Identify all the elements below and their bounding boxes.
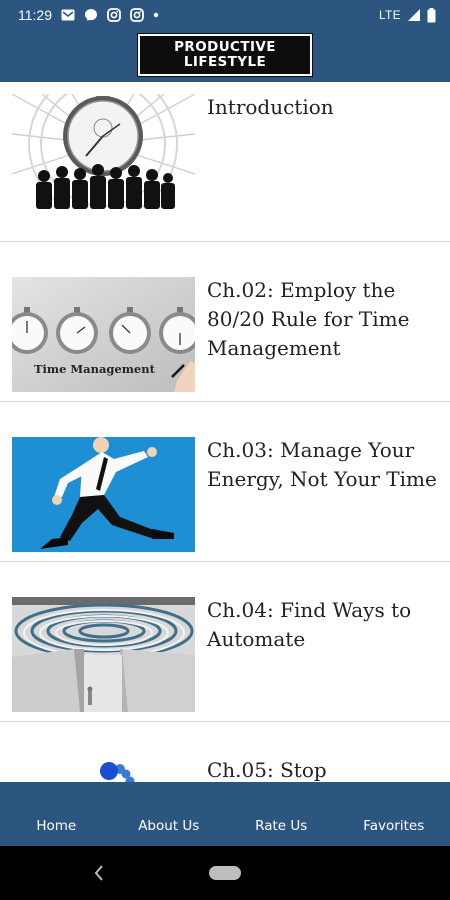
status-bar: 11:29 LTE (0, 0, 450, 30)
instagram-icon (107, 8, 121, 22)
multitasking-figure-image (12, 757, 195, 782)
stopwatch-crowd-image (12, 94, 195, 209)
chapter-item-introduction[interactable]: Introduction (0, 82, 450, 242)
status-left: 11:29 (18, 7, 159, 23)
chapter-item-automate[interactable]: Ch.04: Find Ways to Automate (0, 562, 450, 722)
instagram-icon (130, 8, 144, 22)
jumping-businessman-image (12, 437, 195, 552)
gmail-icon (61, 9, 75, 21)
chapter-title[interactable]: Ch.02: Employ the 80/20 Rule for Time Ma… (207, 276, 442, 363)
nav-rate-us[interactable]: Rate Us (225, 794, 338, 834)
nav-about-us[interactable]: About Us (113, 794, 226, 834)
chapter-title[interactable]: Ch.03: Manage Your Energy, Not Your Time (207, 436, 442, 494)
chapter-title[interactable]: Ch.05: Stop Multitasking (207, 756, 442, 782)
image-caption: Time Management (34, 362, 156, 376)
app-logo: PRODUCTIVE LIFESTYLE (137, 33, 313, 77)
chapter-title[interactable]: Ch.04: Find Ways to Automate (207, 596, 442, 654)
bottom-nav: Home About Us Rate Us Favorites (0, 782, 450, 846)
status-right: LTE (378, 7, 436, 23)
logo-line-2: LIFESTYLE (183, 54, 267, 70)
maze-image (12, 597, 195, 712)
chapter-title[interactable]: Introduction (207, 93, 442, 122)
dot-icon (153, 12, 159, 18)
system-navigation-bar (0, 846, 450, 900)
logo-line-1: PRODUCTIVE (174, 39, 276, 55)
status-time: 11:29 (18, 7, 52, 23)
battery-icon (427, 7, 436, 23)
time-management-clocks-image: Time Management (12, 277, 195, 392)
chapter-item-multitasking[interactable]: Ch.05: Stop Multitasking (0, 722, 450, 782)
network-type: LTE (378, 8, 401, 22)
nav-home[interactable]: Home (0, 794, 113, 834)
chapter-item-80-20-rule[interactable]: Time Management Ch.02: Employ the 80/20 … (0, 242, 450, 402)
messenger-icon (84, 8, 98, 22)
nav-favorites[interactable]: Favorites (338, 794, 450, 834)
app-header: PRODUCTIVE LIFESTYLE (0, 30, 450, 82)
chapter-item-manage-energy[interactable]: Ch.03: Manage Your Energy, Not Your Time (0, 402, 450, 562)
signal-icon (407, 8, 421, 22)
back-chevron-icon[interactable] (92, 863, 106, 887)
chapter-list[interactable]: Introduction Time Management Ch.02: Empl… (0, 82, 450, 782)
home-pill[interactable] (209, 866, 241, 880)
